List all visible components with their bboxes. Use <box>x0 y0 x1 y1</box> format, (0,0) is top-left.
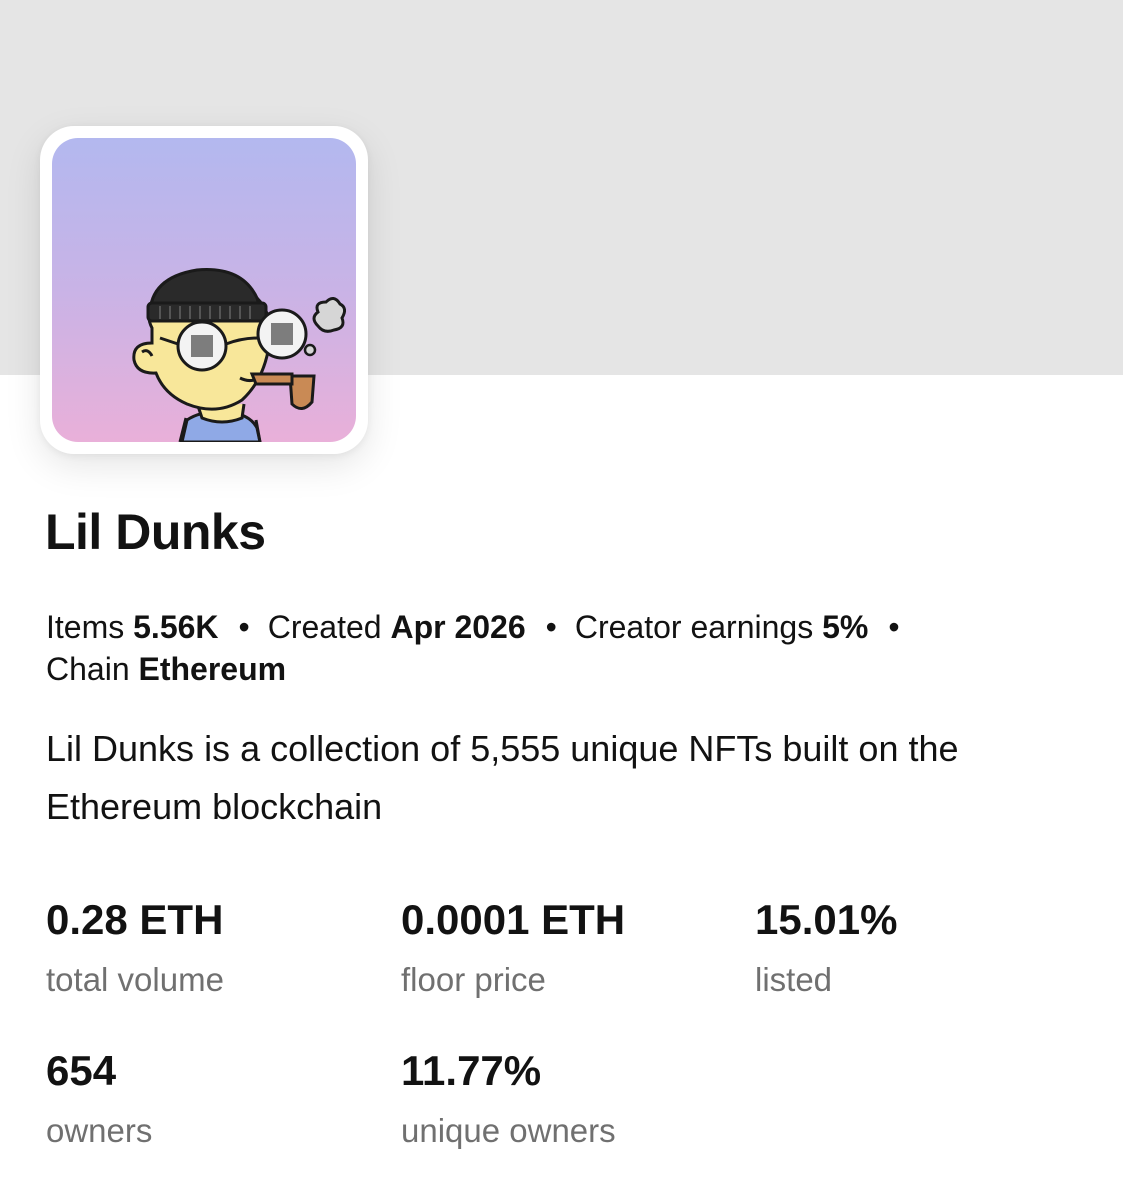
earnings-label: Creator earnings <box>574 609 814 645</box>
collection-meta: Items 5.56K • Created Apr 2026 • Creator ear… <box>46 606 1046 690</box>
meta-separator: • <box>888 609 900 645</box>
chain-label: Chain <box>46 651 130 687</box>
items-value: 5.56K <box>133 609 219 645</box>
collection-avatar[interactable] <box>40 126 368 454</box>
meta-separator: • <box>545 609 557 645</box>
chain-value: Ethereum <box>138 651 287 687</box>
stat-value: 15.01% <box>755 896 898 943</box>
created-value: Apr 2026 <box>390 609 526 645</box>
stat-label: listed <box>755 961 833 998</box>
stat-total-volume[interactable]: 0.28 ETH total volume <box>46 895 224 1000</box>
earnings-value: 5% <box>822 609 869 645</box>
collection-title: Lil Dunks <box>45 504 266 560</box>
collection-description: Lil Dunks is a collection of 5,555 uniqu… <box>46 728 959 827</box>
avatar-image <box>52 138 356 442</box>
stat-label: owners <box>46 1112 153 1149</box>
stat-owners[interactable]: 654 owners <box>46 1046 152 1151</box>
lil-dunk-character-illustration <box>132 268 347 442</box>
stat-value: 0.0001 ETH <box>401 896 626 943</box>
collection-page: Lil Dunks Items 5.56K • Created Apr 2026 • C… <box>0 0 1123 1200</box>
stat-value: 654 <box>46 1047 117 1094</box>
stat-label: total volume <box>46 961 224 998</box>
stat-label: unique owners <box>401 1112 616 1149</box>
items-label: Items <box>46 609 125 645</box>
stat-value: 0.28 ETH <box>46 896 224 943</box>
stat-label: floor price <box>401 961 546 998</box>
created-label: Created <box>267 609 382 645</box>
stat-unique-owners[interactable]: 11.77% unique owners <box>401 1046 616 1151</box>
stat-listed[interactable]: 15.01% listed <box>755 895 897 1000</box>
stat-value: 11.77% <box>401 1047 542 1094</box>
stat-floor-price[interactable]: 0.0001 ETH floor price <box>401 895 625 1000</box>
meta-separator: • <box>238 609 250 645</box>
